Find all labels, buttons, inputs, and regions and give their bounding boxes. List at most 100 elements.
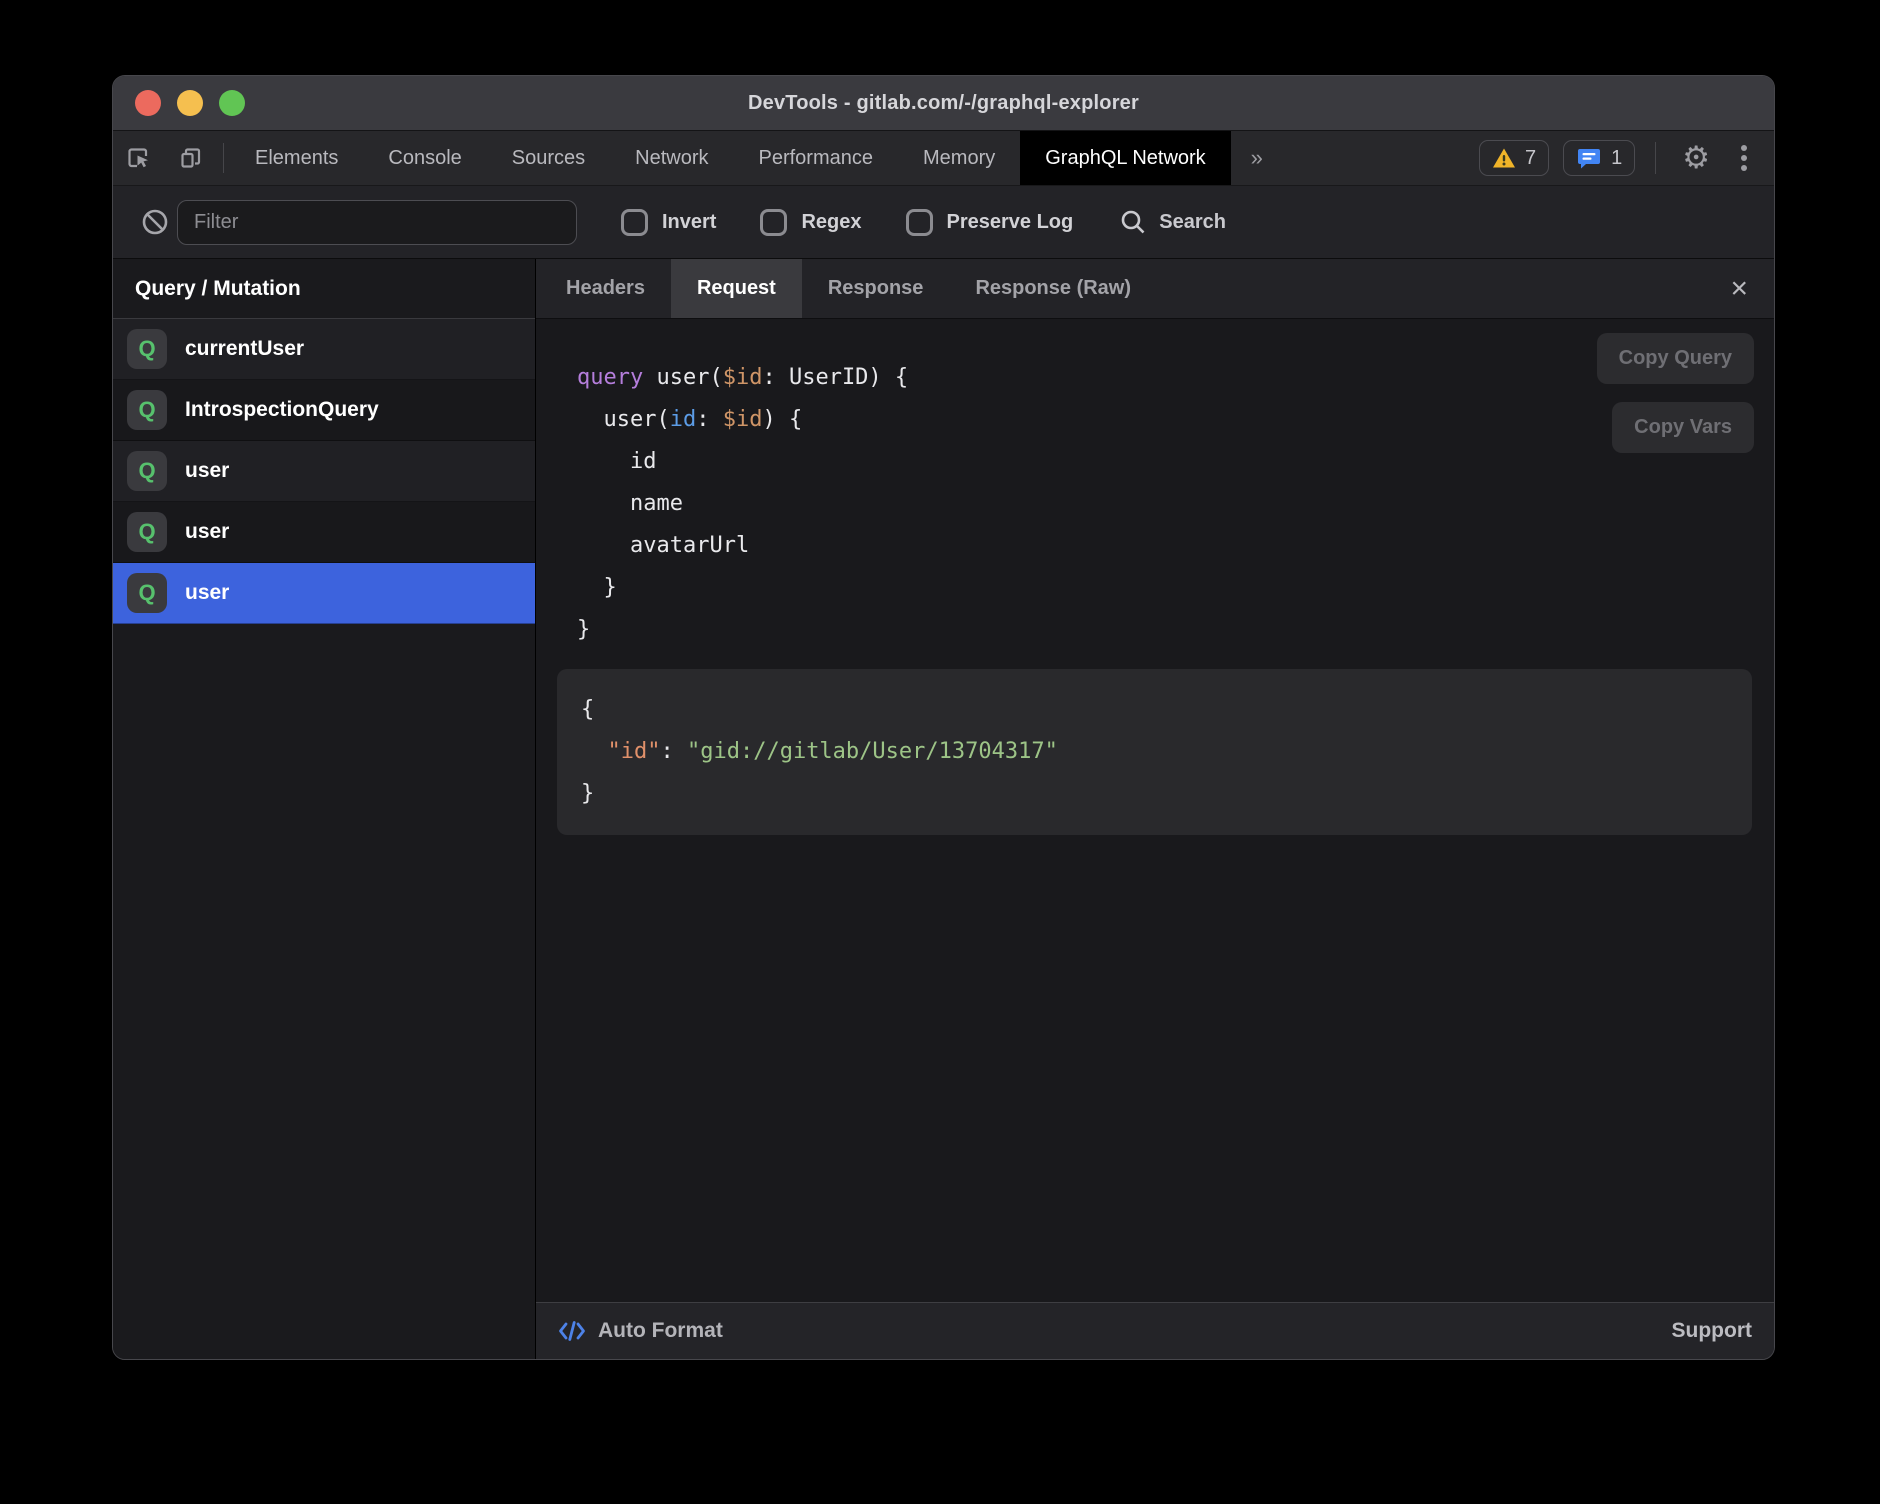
devtools-tab-network[interactable]: Network — [610, 131, 733, 185]
code-brackets-icon — [558, 1319, 586, 1343]
query-name: currentUser — [185, 337, 304, 361]
devtools-tab-performance[interactable]: Performance — [734, 131, 899, 185]
warnings-badge[interactable]: 7 — [1479, 140, 1549, 176]
checkbox-box[interactable] — [906, 209, 933, 236]
code-line: avatarUrl — [577, 525, 1774, 567]
close-window-button[interactable] — [135, 90, 161, 116]
copy-vars-button[interactable]: Copy Vars — [1612, 402, 1754, 453]
block-circle-icon — [139, 206, 171, 238]
query-list-item-introspectionquery[interactable]: Q IntrospectionQuery — [113, 380, 535, 441]
code-token: "id" — [608, 739, 661, 764]
more-tabs-button[interactable]: » — [1231, 131, 1283, 185]
checkbox-regex[interactable]: Regex — [760, 209, 861, 236]
devtools-toolbar: ElementsConsoleSourcesNetworkPerformance… — [113, 131, 1774, 186]
detail-tab-request[interactable]: Request — [671, 259, 802, 318]
code-token: user( — [643, 365, 722, 390]
code-token: id — [670, 407, 697, 432]
code-line: query user($id: UserID) { — [577, 357, 1774, 399]
query-list-item-currentuser[interactable]: QcurrentUser — [113, 319, 535, 380]
query-type-badge: Q — [127, 451, 167, 491]
code-token: name — [577, 491, 683, 516]
settings-gear-icon[interactable]: ⚙ — [1676, 143, 1716, 174]
query-list-item-user[interactable]: Quser — [113, 441, 535, 502]
devtools-tab-console[interactable]: Console — [363, 131, 486, 185]
device-toolbar-icon — [176, 143, 206, 173]
code-token: $id — [723, 407, 763, 432]
code-token: query — [577, 365, 643, 390]
query-name: user — [185, 581, 229, 605]
warning-count: 7 — [1525, 147, 1536, 170]
query-list-item-user[interactable]: Quser — [113, 563, 535, 624]
request-tab-content: Copy Query Copy Vars query user($id: Use… — [536, 319, 1774, 1302]
copy-query-button[interactable]: Copy Query — [1597, 333, 1754, 384]
code-token: ) { — [762, 407, 802, 432]
code-token: : UserID) { — [762, 365, 908, 390]
checkbox-box[interactable] — [760, 209, 787, 236]
detail-tab-response[interactable]: Response — [802, 259, 950, 318]
detail-tab-headers[interactable]: Headers — [540, 259, 671, 318]
clear-requests-button[interactable] — [133, 206, 177, 238]
checkbox-label: Regex — [801, 211, 861, 234]
query-variables-box: { "id": "gid://gitlab/User/13704317"} — [557, 669, 1752, 835]
code-token: } — [577, 617, 590, 642]
support-link[interactable]: Support — [1672, 1319, 1752, 1343]
code-line: user(id: $id) { — [577, 399, 1774, 441]
issues-count: 1 — [1611, 147, 1622, 170]
devtools-panel-tabs: ElementsConsoleSourcesNetworkPerformance… — [230, 131, 1231, 185]
zoom-window-button[interactable] — [219, 90, 245, 116]
filter-bar: Invert Regex Preserve Log Search — [113, 186, 1774, 259]
devtools-window: DevTools - gitlab.com/-/graphql-explorer… — [112, 75, 1775, 1360]
title-bar: DevTools - gitlab.com/-/graphql-explorer — [113, 76, 1774, 131]
traffic-lights — [135, 76, 245, 130]
code-line: id — [577, 441, 1774, 483]
customize-devtools-menu-button[interactable] — [1730, 142, 1758, 174]
devtools-tab-graphql-network[interactable]: GraphQL Network — [1020, 131, 1230, 185]
detail-tab-response-raw[interactable]: Response (Raw) — [949, 259, 1157, 318]
code-token: } — [581, 781, 594, 806]
code-line: } — [577, 567, 1774, 609]
code-line: { — [581, 689, 1728, 731]
devtools-tab-memory[interactable]: Memory — [898, 131, 1020, 185]
toolbar-right-group: 7 1 ⚙ — [1479, 131, 1774, 185]
query-type-badge: Q — [127, 390, 167, 430]
detail-footer: Auto Format Support — [536, 1302, 1774, 1359]
inspect-element-button[interactable] — [113, 131, 165, 185]
code-line: name — [577, 483, 1774, 525]
devtools-tab-sources[interactable]: Sources — [487, 131, 610, 185]
issues-badge[interactable]: 1 — [1563, 140, 1635, 176]
query-type-badge: Q — [127, 512, 167, 552]
code-line: } — [577, 609, 1774, 651]
code-token: "gid://gitlab/User/13704317" — [687, 739, 1058, 764]
checkbox-box[interactable] — [621, 209, 648, 236]
search-icon — [1119, 208, 1147, 236]
query-list: QcurrentUserQIntrospectionQueryQuserQuse… — [113, 319, 535, 624]
filter-input[interactable] — [177, 200, 577, 245]
query-name: IntrospectionQuery — [185, 398, 379, 422]
graphql-query-code: query user($id: UserID) { user(id: $id) … — [536, 319, 1774, 651]
devtools-tab-elements[interactable]: Elements — [230, 131, 363, 185]
main-area: Query / Mutation QcurrentUserQIntrospect… — [113, 259, 1774, 1359]
auto-format-button[interactable]: Auto Format — [558, 1319, 723, 1343]
checkbox-preserve-log[interactable]: Preserve Log — [906, 209, 1074, 236]
close-icon: × — [1730, 272, 1748, 306]
toolbar-divider — [1655, 142, 1656, 174]
toggle-device-toolbar-button[interactable] — [165, 131, 217, 185]
checkbox-invert[interactable]: Invert — [621, 209, 716, 236]
minimize-window-button[interactable] — [177, 90, 203, 116]
search-toggle[interactable]: Search — [1119, 208, 1226, 236]
code-token: user( — [577, 407, 670, 432]
kebab-menu-icon — [1740, 142, 1748, 174]
inspect-cursor-icon — [124, 143, 154, 173]
search-label: Search — [1159, 211, 1226, 234]
code-line: "id": "gid://gitlab/User/13704317" — [581, 731, 1728, 773]
query-type-badge: Q — [127, 329, 167, 369]
code-token: : — [696, 407, 723, 432]
code-token: } — [577, 575, 617, 600]
code-token: avatarUrl — [577, 533, 749, 558]
query-list-item-user[interactable]: Quser — [113, 502, 535, 563]
code-token: $id — [723, 365, 763, 390]
close-detail-button[interactable]: × — [1718, 259, 1760, 318]
window-title: DevTools - gitlab.com/-/graphql-explorer — [748, 92, 1139, 115]
code-token: : — [660, 739, 687, 764]
toolbar-divider — [223, 143, 224, 173]
